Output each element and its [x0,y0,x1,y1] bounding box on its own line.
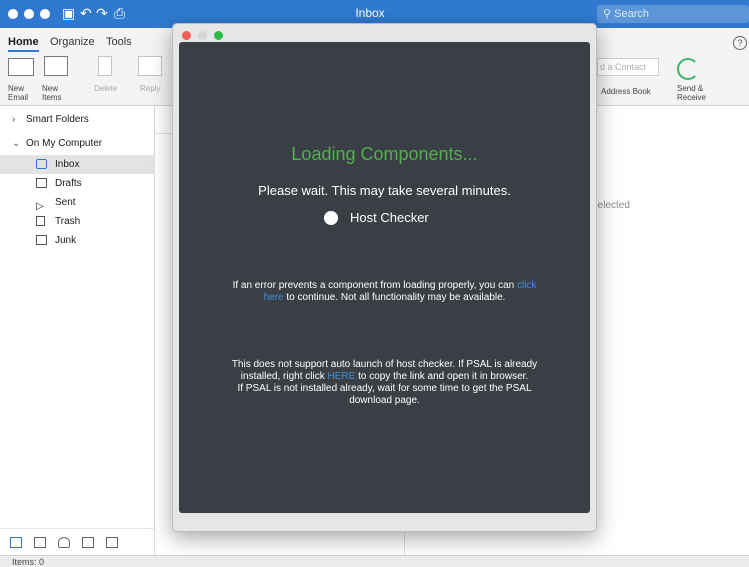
sidebar-item-junk[interactable]: Junk [0,231,155,250]
redo-icon[interactable]: ↷ [96,5,108,22]
tasks-icon[interactable] [82,537,94,548]
sidebar-item-label: Junk [55,235,77,246]
sidebar-item-label: Trash [55,216,81,227]
people-icon[interactable] [58,537,70,548]
on-my-computer-label: On My Computer [26,138,103,149]
drafts-icon [36,178,47,188]
click-here-link[interactable]: click [517,280,536,291]
loading-title: Loading Components... [291,144,478,164]
new-items-button[interactable]: New Items [42,84,62,102]
sidebar-item-label: Inbox [55,159,80,170]
dialog-zoom-button[interactable] [214,31,223,40]
sidebar-item-label: Drafts [55,178,82,189]
psal-message: This does not support auto launch of hos… [179,359,590,407]
send-receive-icon[interactable] [677,58,699,80]
help-icon[interactable]: ? [733,36,747,50]
new-email-button[interactable]: New Email [8,84,28,102]
search-icon: ⚲ [603,8,615,20]
send-receive-button[interactable]: Send & Receive [677,84,706,102]
new-email-label-1: New [8,84,25,93]
smart-folders-group[interactable]: › Smart Folders [0,110,155,129]
calendar-icon[interactable] [34,537,46,548]
tab-organize[interactable]: Organize [50,36,95,48]
dialog-content: Loading Components... Please wait. This … [179,42,590,513]
delete-button[interactable]: Delete [94,84,117,93]
address-book-button[interactable]: Address Book [601,87,651,96]
sidebar-item-sent[interactable]: ▷ Sent [0,193,155,212]
save-icon[interactable]: ▣ [62,5,75,22]
send-receive-label-1: Send & [677,84,704,93]
window-title: Inbox [355,6,385,20]
dialog-close-button[interactable] [182,31,191,40]
error-message: If an error prevents a component from lo… [179,280,590,304]
inbox-icon [36,159,47,169]
psal-text-3: If PSAL is not installed already, wait f… [237,383,532,394]
print-icon[interactable]: ⎙ [114,5,125,22]
click-here-link-cont[interactable]: here [264,292,284,303]
sidebar-item-inbox[interactable]: Inbox [0,155,155,174]
chevron-right-icon: › [12,114,16,125]
on-my-computer-group[interactable]: ⌄ On My Computer [0,134,155,153]
new-email-icon[interactable] [8,58,34,76]
search-input[interactable]: ⚲ Search [597,5,749,23]
send-receive-label-2: Receive [677,93,706,102]
psal-text-4: download page. [349,395,420,406]
status-dot-icon [324,211,338,225]
chevron-down-icon: ⌄ [12,138,21,149]
sidebar-item-trash[interactable]: Trash [0,212,155,231]
new-items-icon[interactable] [44,56,68,76]
error-text-post: to continue. Not all functionality may b… [286,292,506,303]
outlook-window: ▣ ↶ ↷ ⎙ Inbox ⚲ Search Home Organize Too… [0,0,749,567]
new-items-label-1: New [42,84,59,93]
psal-here-link[interactable]: HERE [328,371,356,382]
new-items-label-2: Items [42,93,62,102]
zoom-window-button[interactable] [40,9,50,19]
undo-icon[interactable]: ↶ [80,5,92,22]
close-window-button[interactable] [8,9,18,19]
error-text-pre: If an error prevents a component from lo… [232,280,515,291]
sidebar-item-drafts[interactable]: Drafts [0,174,155,193]
new-email-label-2: Email [8,93,29,102]
tab-tools[interactable]: Tools [106,36,132,48]
sidebar-item-label: Sent [55,197,76,208]
dialog-minimize-button[interactable] [198,31,207,40]
reply-button[interactable]: Reply [140,84,160,93]
junk-icon [36,235,47,245]
host-checker-dialog: Loading Components... Please wait. This … [172,23,597,532]
psal-text-1: This does not support auto launch of hos… [231,359,538,370]
wait-message: Please wait. This may take several minut… [258,183,511,198]
psal-text-2-post: to copy the link and open it in browser. [358,371,529,382]
trash-icon [36,216,45,226]
smart-folders-label: Smart Folders [26,114,89,125]
delete-icon[interactable] [98,56,112,76]
folder-sidebar: › Smart Folders ⌄ On My Computer Inbox D… [0,106,155,528]
find-contact-input[interactable]: d a Contact [597,58,659,76]
psal-text-2-pre: installed, right click [240,371,325,382]
sent-icon: ▷ [36,201,44,212]
search-placeholder: Search [614,8,649,20]
reply-icon[interactable] [138,56,162,76]
notes-icon[interactable] [106,537,118,548]
tab-home[interactable]: Home [8,36,39,52]
mail-icon[interactable] [10,537,22,548]
status-bar: Items: 0 [0,555,749,567]
minimize-window-button[interactable] [24,9,34,19]
component-label: Host Checker [350,210,429,225]
module-switcher [0,528,155,555]
